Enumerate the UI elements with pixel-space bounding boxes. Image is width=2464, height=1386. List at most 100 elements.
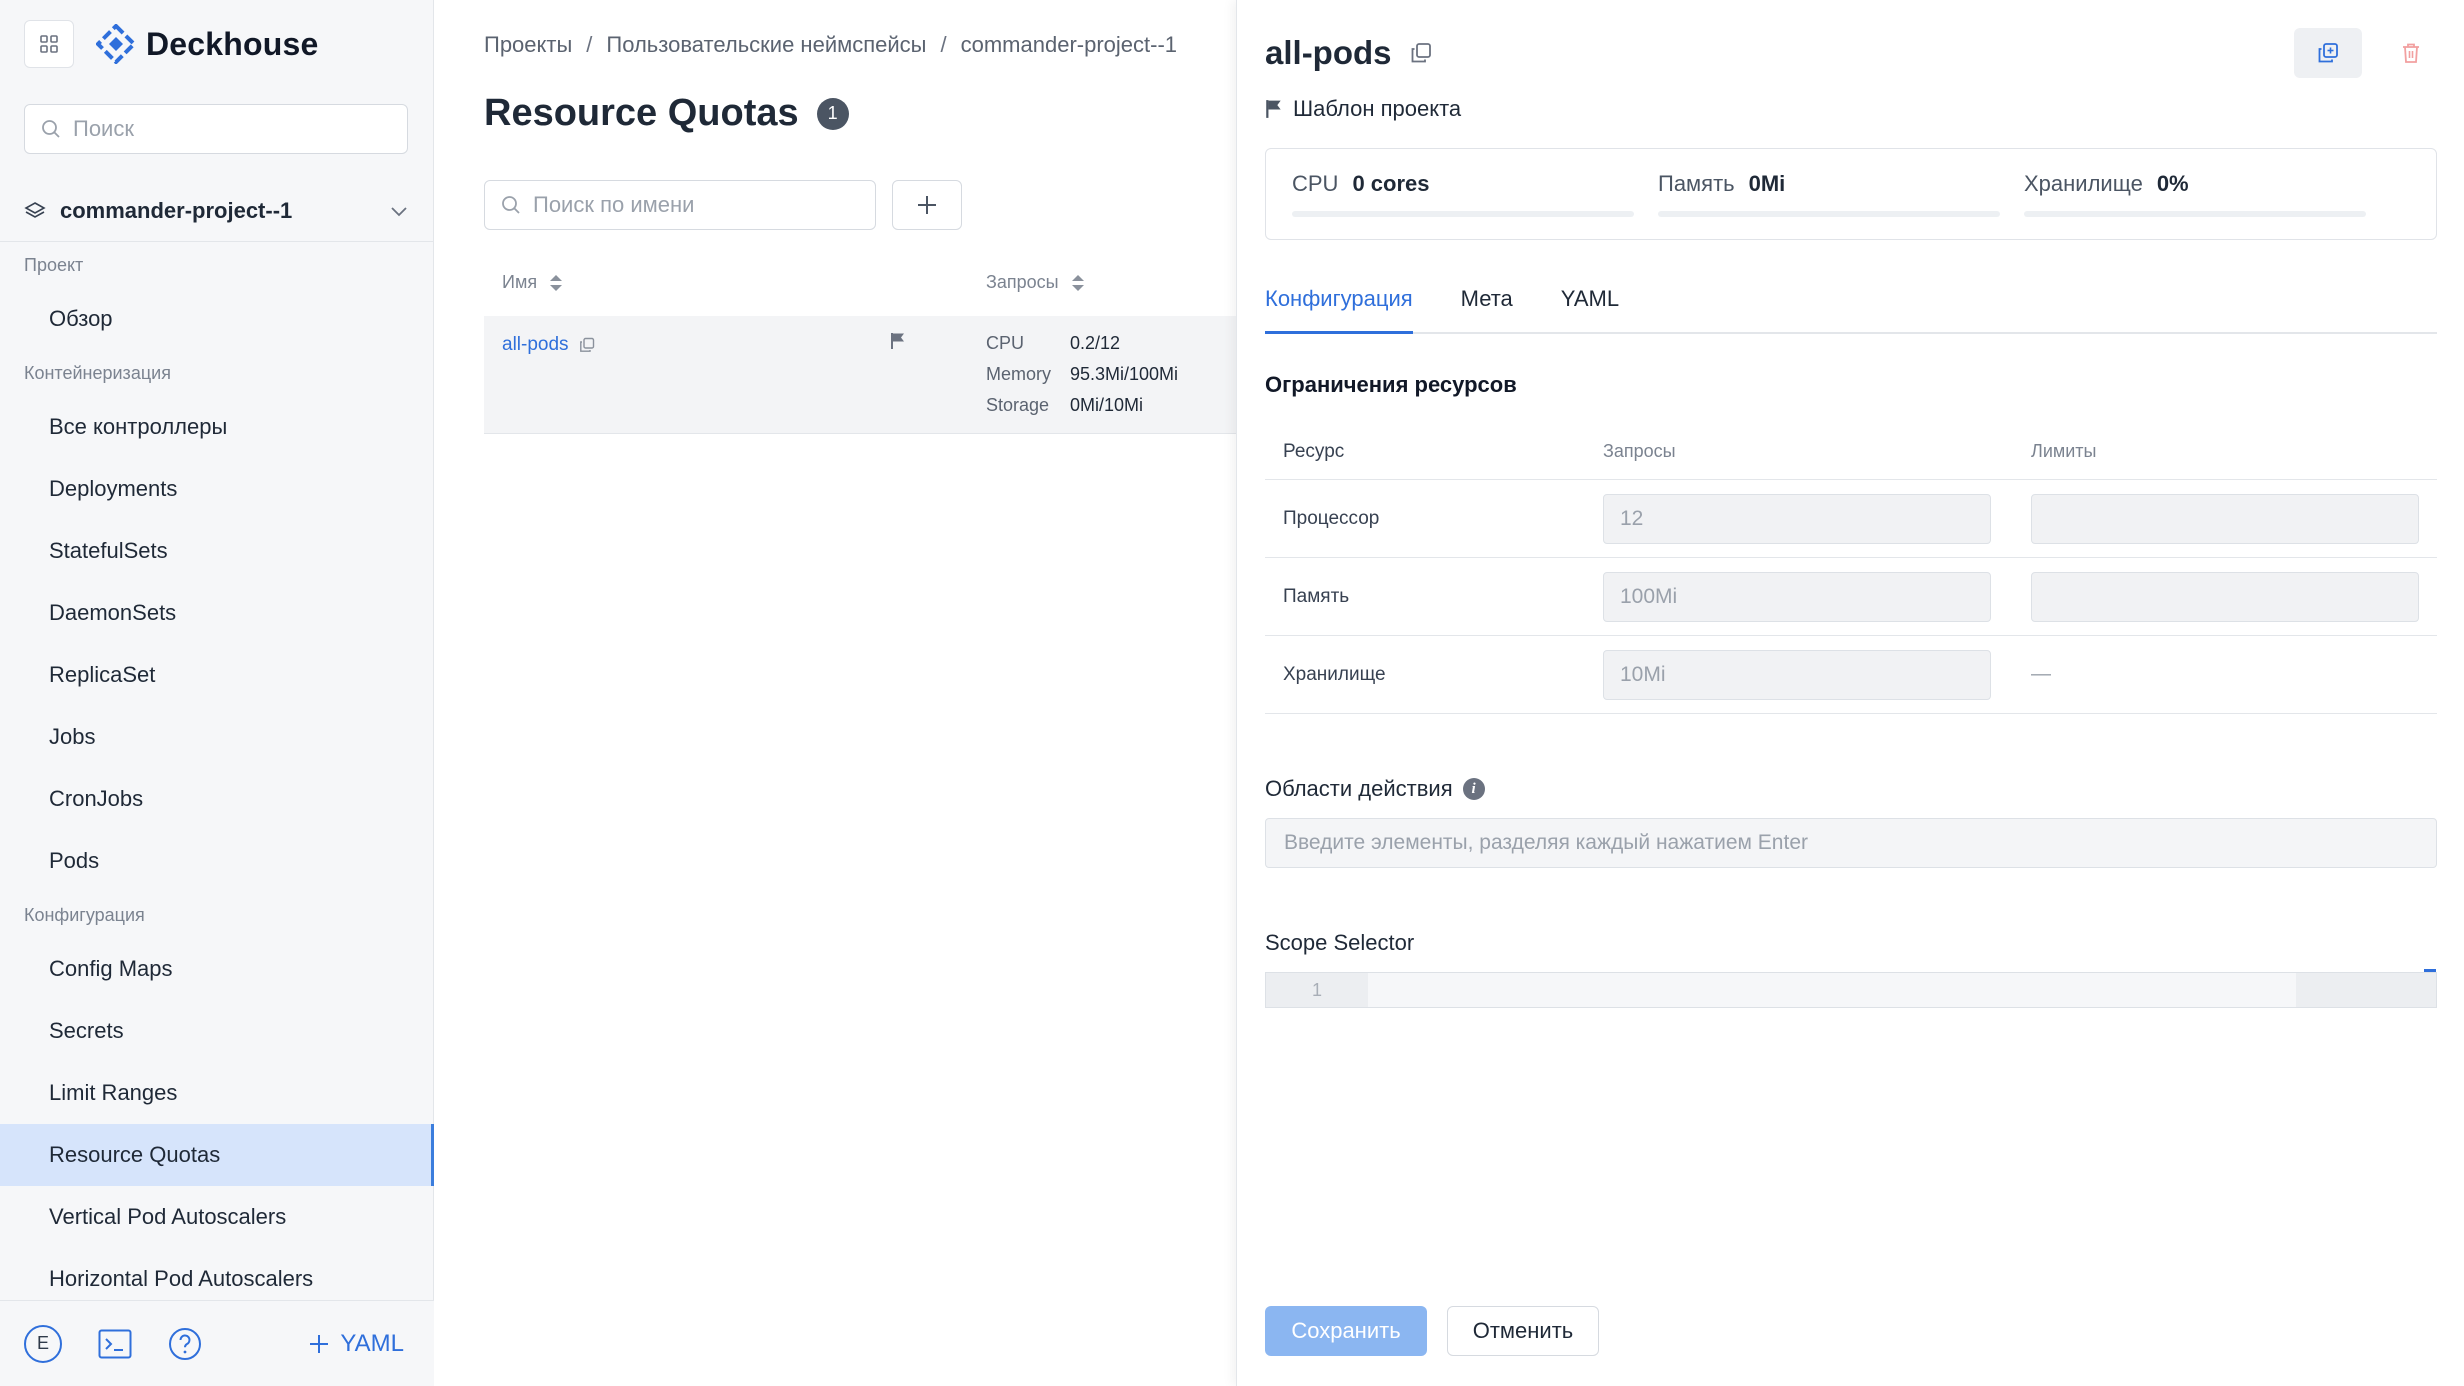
usage-bar (1658, 211, 2000, 217)
user-avatar[interactable]: E (24, 1324, 62, 1363)
sidebar-item-pods[interactable]: Pods (0, 830, 434, 892)
column-header-label: Имя (502, 272, 538, 292)
sidebar-item-resource-quotas[interactable]: Resource Quotas (0, 1124, 434, 1186)
sidebar: Deckhouse commander-project--1 Проект Об… (0, 0, 434, 1386)
info-icon[interactable]: i (1462, 778, 1485, 800)
breadcrumb-item[interactable]: commander-project--1 (961, 32, 1177, 58)
breadcrumb-item[interactable]: Проекты (484, 32, 572, 58)
yaml-button-label: YAML (340, 1329, 404, 1357)
sidebar-item-statefulsets[interactable]: StatefulSets (0, 520, 434, 582)
quota-key: Memory (986, 364, 1052, 384)
tab-configuration[interactable]: Конфигурация (1265, 286, 1413, 334)
cpu-request-field[interactable]: 12 (1603, 493, 1991, 544)
usage-cpu: CPU 0 cores (1292, 171, 1634, 217)
quota-summary: CPU 0.2/12 Memory 95.3Mi/100Mi Storage 0… (986, 332, 1178, 417)
usage-value: 0Mi (1748, 171, 1786, 196)
table-row: Процессор 12 (1265, 480, 2437, 558)
sidebar-item-overview[interactable]: Обзор (0, 288, 434, 350)
sidebar-item-jobs[interactable]: Jobs (0, 706, 434, 768)
resource-quota-drawer: all-pods Шаблон проекта CPU 0 cores Памя… (1236, 0, 2464, 1386)
editor-line[interactable] (1368, 973, 2296, 1007)
sidebar-item-vertical-pod-autoscalers[interactable]: Vertical Pod Autoscalers (0, 1186, 434, 1248)
memory-limit-field[interactable] (2031, 571, 2419, 622)
save-button[interactable]: Сохранить (1265, 1306, 1427, 1356)
storage-request-field[interactable]: 10Mi (1603, 649, 1991, 700)
table-header-row: Ресурс Запросы Лимиты (1265, 424, 2437, 480)
search-icon (502, 196, 520, 214)
copy-icon[interactable] (1410, 42, 1432, 64)
column-header-requests: Запросы (1603, 441, 1676, 461)
cpu-limit-field[interactable] (2031, 493, 2419, 544)
scopes-input[interactable]: Введите элементы, разделяя каждый нажати… (1265, 818, 2437, 868)
sidebar-item-limit-ranges[interactable]: Limit Ranges (0, 1062, 434, 1124)
resource-limits-title: Ограничения ресурсов (1265, 372, 1517, 397)
nav-group-label: Конфигурация (24, 904, 145, 925)
tab-meta[interactable]: Мета (1461, 286, 1513, 332)
usage-bar (2024, 211, 2366, 217)
scope-selector-editor[interactable]: 1 (1265, 969, 2437, 1008)
sidebar-search-input[interactable] (73, 116, 393, 142)
nav-group-label: Проект (24, 254, 84, 275)
storage-limit-empty: — (2031, 663, 2051, 685)
usage-bar (1292, 211, 1634, 217)
sidebar-item-deployments[interactable]: Deployments (0, 458, 434, 520)
cancel-button[interactable]: Отменить (1447, 1306, 1599, 1356)
quota-key: Storage (986, 395, 1050, 415)
column-header-name[interactable]: Имя (502, 272, 563, 293)
terminal-icon[interactable] (98, 1329, 132, 1359)
sidebar-item-secrets[interactable]: Secrets (0, 1000, 434, 1062)
sidebar-item-config-maps[interactable]: Config Maps (0, 938, 434, 1000)
usage-label: Память (1658, 171, 1735, 196)
nav-group-label: Контейнеризация (24, 362, 171, 383)
sidebar-item-cronjobs[interactable]: CronJobs (0, 768, 434, 830)
layers-icon (24, 201, 46, 218)
resource-name: Хранилище (1283, 663, 1386, 685)
table-row[interactable]: all-pods CPU 0.2/12 Memory 95.3Mi/100Mi … (484, 316, 1236, 434)
editor-scroll-track (2296, 973, 2436, 1007)
usage-storage: Хранилище 0% (2024, 171, 2366, 217)
usage-label: CPU (1292, 171, 1339, 196)
copy-icon[interactable] (579, 337, 595, 353)
sidebar-item-all-controllers[interactable]: Все контроллеры (0, 396, 434, 458)
delete-button[interactable] (2386, 28, 2436, 78)
usage-label: Хранилище (2024, 171, 2143, 196)
column-header-limits: Лимиты (2031, 441, 2097, 461)
project-selector[interactable]: commander-project--1 (0, 180, 434, 242)
line-number: 1 (1266, 973, 1368, 1007)
sort-icon (1071, 274, 1084, 291)
breadcrumb-separator: / (586, 32, 593, 57)
sidebar-item-replicaset[interactable]: ReplicaSet (0, 644, 434, 706)
add-quota-button[interactable] (892, 180, 962, 230)
duplicate-icon (2318, 43, 2338, 63)
column-header-requests[interactable]: Запросы (986, 272, 1085, 293)
editor-scrollbar[interactable] (2424, 969, 2436, 972)
sidebar-item-daemonsets[interactable]: DaemonSets (0, 582, 434, 644)
chevron-down-icon (391, 206, 407, 216)
apps-grid-button[interactable] (24, 20, 74, 68)
quota-name-link[interactable]: all-pods (502, 334, 595, 356)
sidebar-footer: E YAML (0, 1300, 434, 1386)
flag-icon (891, 333, 904, 349)
help-icon[interactable] (168, 1327, 202, 1361)
scope-selector-label: Scope Selector (1265, 930, 1415, 955)
list-search (484, 180, 876, 230)
drawer-actions (2294, 28, 2436, 78)
usage-memory: Память 0Mi (1658, 171, 2000, 217)
grid-icon (40, 35, 58, 53)
duplicate-button[interactable] (2294, 28, 2362, 78)
memory-request-field[interactable]: 100Mi (1603, 571, 1991, 622)
breadcrumb-item[interactable]: Пользовательские неймспейсы (606, 32, 926, 58)
create-yaml-button[interactable]: YAML (308, 1330, 404, 1358)
app-logo[interactable]: Deckhouse (96, 20, 319, 68)
project-template-label: Шаблон проекта (1265, 96, 1461, 122)
tab-yaml[interactable]: YAML (1561, 286, 1619, 332)
resource-name: Память (1283, 585, 1350, 607)
quota-value: 95.3Mi/100Mi (1070, 364, 1179, 384)
usage-value: 0% (2156, 171, 2189, 196)
name-search-input[interactable] (533, 192, 863, 218)
page-title: Resource Quotas 1 (484, 92, 849, 135)
usage-value: 0 cores (1352, 171, 1430, 196)
drawer-footer: Сохранить Отменить (1265, 1306, 1599, 1356)
drawer-tabs: Конфигурация Мета YAML (1265, 286, 2437, 334)
resource-list-panel: Проекты / Пользовательские неймспейсы / … (434, 0, 1236, 1386)
